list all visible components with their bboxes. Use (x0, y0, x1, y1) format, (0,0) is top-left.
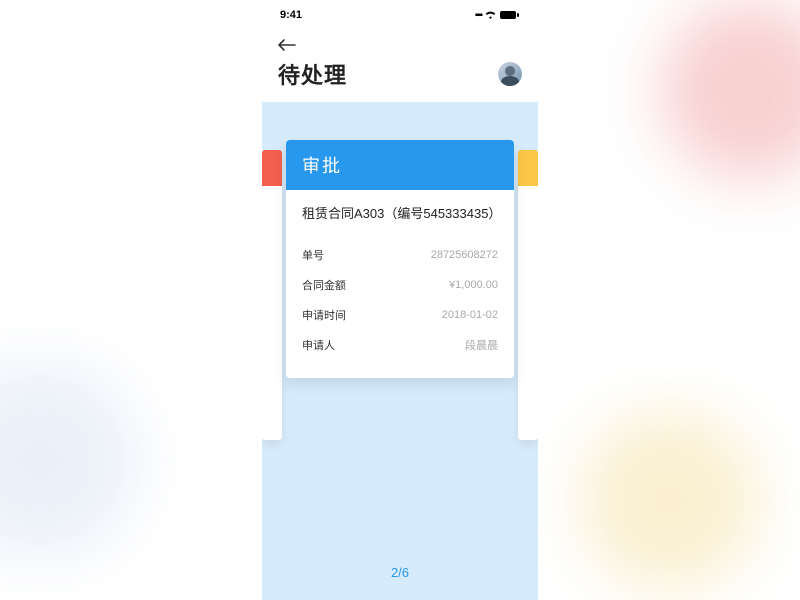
field-row: 申请人 段晨晨 (302, 330, 498, 360)
phone-frame: 9:41 ▪▪▪▪ 待处理 审批 租赁合同 (262, 0, 538, 600)
avatar[interactable] (498, 62, 522, 86)
bg-decor-blue (0, 360, 140, 560)
field-value: 28725608272 (431, 249, 498, 261)
page-title: 待处理 (278, 58, 347, 90)
field-row: 合同金额 ¥1,000.00 (302, 270, 498, 300)
card-type-label: 审批 (286, 140, 514, 190)
battery-icon (500, 10, 520, 20)
field-label: 申请时间 (302, 307, 346, 323)
signal-icon: ▪▪▪▪ (475, 10, 481, 21)
card-next-peek[interactable] (518, 150, 538, 440)
bg-decor-red (660, 0, 800, 180)
field-value: 2018-01-02 (442, 309, 498, 321)
status-time: 9:41 (280, 9, 302, 21)
wifi-icon (484, 10, 497, 20)
field-label: 合同金额 (302, 277, 346, 293)
card-next-accent (518, 150, 538, 186)
field-value: ¥1,000.00 (449, 279, 498, 291)
field-value: 段晨晨 (465, 337, 498, 353)
page-indicator: 2/6 (262, 565, 538, 580)
card-title: 租赁合同A303（编号545333435） (302, 204, 498, 224)
bg-decor-yellow (580, 410, 760, 590)
field-row: 单号 28725608272 (302, 240, 498, 270)
header: 待处理 (262, 30, 538, 102)
status-bar: 9:41 ▪▪▪▪ (262, 0, 538, 30)
content-area: 审批 租赁合同A303（编号545333435） 单号 28725608272 … (262, 102, 538, 600)
status-icons: ▪▪▪▪ (475, 10, 520, 21)
field-row: 申请时间 2018-01-02 (302, 300, 498, 330)
card-body: 租赁合同A303（编号545333435） 单号 28725608272 合同金… (286, 190, 514, 378)
back-button[interactable] (278, 34, 300, 56)
approval-card[interactable]: 审批 租赁合同A303（编号545333435） 单号 28725608272 … (286, 140, 514, 378)
field-label: 单号 (302, 247, 324, 263)
card-previous-peek[interactable] (262, 150, 282, 440)
field-label: 申请人 (302, 337, 335, 353)
card-previous-accent (262, 150, 282, 186)
